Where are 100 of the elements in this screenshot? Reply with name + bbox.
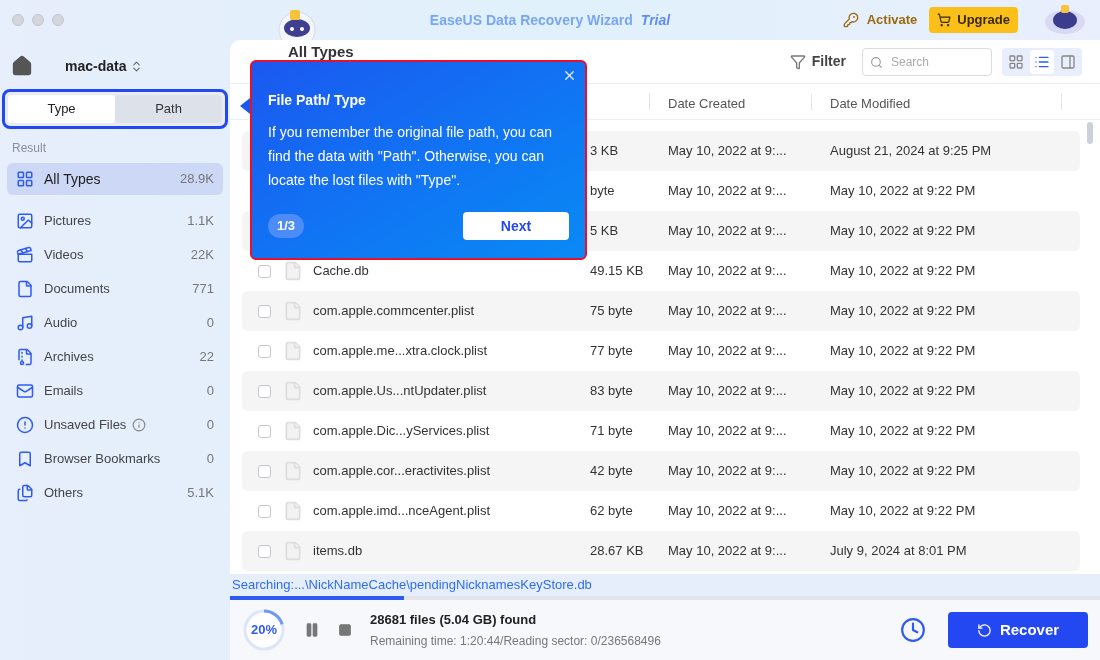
category-item[interactable]: Documents 771: [7, 272, 223, 306]
checkbox[interactable]: [258, 504, 271, 518]
recover-button[interactable]: Recover: [948, 612, 1088, 648]
file-size: 83 byte: [590, 382, 634, 401]
column-header[interactable]: Date Modified: [812, 93, 1062, 110]
status-path: Searching:...\NickNameCache\pendingNicknamesKeyStore.db: [230, 574, 1100, 596]
date-modified: May 10, 2022 at 9:22 PM: [830, 502, 977, 521]
category-item[interactable]: Emails 0: [7, 374, 223, 408]
window-control[interactable]: [52, 14, 64, 26]
next-button[interactable]: Next: [463, 212, 569, 240]
category-label: Documents: [44, 280, 110, 299]
section-label: Result: [11, 140, 47, 157]
search-field[interactable]: Search: [862, 47, 992, 76]
file-name: com.apple.cor...eractivites.plist: [313, 462, 491, 481]
tab[interactable]: Path: [115, 95, 222, 123]
category-count: 1.1K: [187, 212, 214, 231]
progress-percent: 20%: [250, 621, 278, 640]
file-size: 71 byte: [590, 422, 634, 441]
category-item[interactable]: All Types 28.9K: [7, 163, 223, 195]
breadcrumb-title: All Types: [288, 42, 354, 63]
checkbox[interactable]: [258, 544, 271, 558]
category-label: Audio: [44, 314, 78, 333]
date-modified: May 10, 2022 at 9:22 PM: [830, 382, 977, 401]
checkbox[interactable]: [258, 304, 271, 318]
checkbox[interactable]: [258, 464, 271, 478]
scrollbar-thumb[interactable]: [1087, 122, 1093, 144]
date-created: May 10, 2022 at 9:...: [668, 222, 788, 241]
file-name: Cache.db: [313, 262, 369, 281]
activate-button[interactable]: Activate: [842, 10, 918, 30]
category-count: 771: [192, 280, 214, 299]
category-count: 22: [199, 348, 214, 367]
home-icon[interactable]: [11, 55, 33, 77]
pause-button[interactable]: [304, 622, 320, 638]
date-created: May 10, 2022 at 9:...: [668, 142, 788, 161]
file-icon: [283, 301, 303, 321]
window-control[interactable]: [32, 14, 44, 26]
category-label: Others: [44, 484, 83, 503]
file-name: com.apple.imd...nceAgent.plist: [313, 502, 491, 521]
files-icon: [16, 484, 34, 502]
close-icon: [562, 68, 577, 83]
date-created: May 10, 2022 at 9:...: [668, 262, 788, 281]
stop-button[interactable]: [338, 623, 352, 637]
file-icon: [283, 461, 303, 481]
category-item[interactable]: Videos 22K: [7, 238, 223, 272]
filter-button[interactable]: Filter: [789, 51, 846, 72]
checkbox[interactable]: [258, 264, 271, 278]
close-button[interactable]: [562, 68, 577, 83]
date-modified: July 9, 2024 at 8:01 PM: [830, 542, 968, 561]
tab[interactable]: Type: [8, 95, 115, 123]
popover-pointer: [240, 98, 250, 114]
category-item[interactable]: Pictures 1.1K: [7, 204, 223, 238]
category-item[interactable]: Browser Bookmarks 0: [7, 442, 223, 476]
date-created: May 10, 2022 at 9:...: [668, 462, 788, 481]
category-item[interactable]: Archives 22: [7, 340, 223, 374]
table-row[interactable]: com.apple.Us...ntUpdater.plist 83 byte May 10, 2022 at 9:... May 10, 2022 at 9:22 PM: [242, 371, 1080, 411]
view-button[interactable]: [1030, 49, 1054, 74]
window-control[interactable]: [12, 14, 24, 26]
category-item[interactable]: Unsaved Files 0: [7, 408, 223, 442]
info-icon[interactable]: [132, 418, 147, 432]
table-row[interactable]: com.apple.cor...eractivites.plist 42 byte May 10, 2022 at 9:... May 10, 2022 at 9:22 PM: [242, 451, 1080, 491]
category-item[interactable]: Audio 0: [7, 306, 223, 340]
clapperboard-icon: [16, 246, 34, 264]
stop-icon: [338, 623, 352, 637]
alert-circle-icon: [16, 416, 34, 434]
date-created: May 10, 2022 at 9:...: [668, 342, 788, 361]
file-size: 5 KB: [590, 222, 620, 241]
checkbox[interactable]: [258, 424, 271, 438]
file-size: 75 byte: [590, 302, 634, 321]
category-label: Unsaved Files: [44, 416, 127, 435]
pause-icon: [304, 622, 320, 638]
file-size: 77 byte: [590, 342, 634, 361]
table-row[interactable]: items.db 28.67 KB May 10, 2022 at 9:... July 9, 2024 at 8:01 PM: [242, 531, 1080, 571]
table-row[interactable]: com.apple.commcenter.plist 75 byte May 10, 2022 at 9:... May 10, 2022 at 9:22 PM: [242, 291, 1080, 331]
file-icon: [283, 341, 303, 361]
device-selector[interactable]: mac-data: [65, 55, 144, 77]
category-count: 28.9K: [180, 170, 214, 189]
envelope-icon: [16, 382, 34, 400]
category-label: Emails: [44, 382, 83, 401]
date-modified: May 10, 2022 at 9:22 PM: [830, 182, 977, 201]
category-item[interactable]: Others 5.1K: [7, 476, 223, 510]
file-size: 62 byte: [590, 502, 634, 521]
avatar-icon[interactable]: [1042, 4, 1088, 36]
category-label: All Types: [44, 169, 101, 189]
date-created: May 10, 2022 at 9:...: [668, 382, 788, 401]
file-icon: [283, 501, 303, 521]
checkbox[interactable]: [258, 344, 271, 358]
music-note-icon: [16, 314, 34, 332]
file-name: items.db: [313, 542, 363, 561]
date-created: May 10, 2022 at 9:...: [668, 542, 788, 561]
filter-icon: [789, 53, 806, 70]
checkbox[interactable]: [258, 384, 271, 398]
upgrade-button[interactable]: Upgrade: [929, 7, 1018, 33]
file-size: byte: [590, 182, 616, 201]
search-icon: [870, 55, 883, 69]
column-header[interactable]: Date Created: [650, 93, 812, 110]
history-button[interactable]: [900, 617, 926, 643]
popover-title: File Path/ Type: [268, 91, 367, 110]
date-modified: May 10, 2022 at 9:22 PM: [830, 342, 977, 361]
category-count: 0: [206, 416, 214, 435]
date-modified: May 10, 2022 at 9:22 PM: [830, 422, 977, 441]
